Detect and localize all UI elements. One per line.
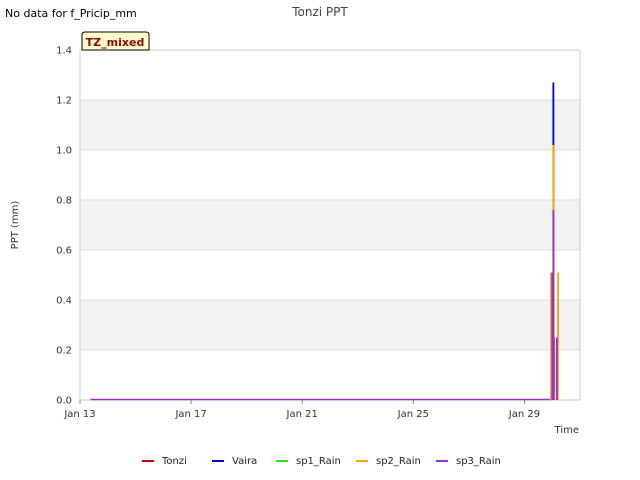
- legend-item: Vaira: [212, 456, 257, 467]
- y-tick-label: 0.0: [56, 396, 72, 407]
- y-tick-label: 1.4: [56, 46, 72, 57]
- x-tick-label: Jan 29: [508, 409, 540, 420]
- plot-band: [80, 100, 580, 150]
- legend-label: sp2_Rain: [376, 456, 421, 467]
- y-tick-label: 1.2: [56, 96, 72, 107]
- x-axis-label: Time: [554, 425, 579, 436]
- x-axis-ticks: Jan 13 Jan 17 Jan 21 Jan 25 Jan 29: [63, 400, 540, 420]
- plot-bands: [80, 100, 580, 350]
- x-tick-label: Jan 25: [397, 409, 429, 420]
- x-tick-label: Jan 21: [286, 409, 318, 420]
- y-tick-label: 0.2: [56, 346, 72, 357]
- x-tick-label: Jan 13: [63, 409, 95, 420]
- legend-label: Tonzi: [161, 456, 187, 467]
- bar-sp3-rain: [555, 337, 558, 400]
- plot-band: [80, 300, 580, 350]
- bar-sp3-rain: [553, 337, 555, 400]
- y-tick-label: 0.4: [56, 296, 72, 307]
- ppt-chart: Tonzi PPT 0.0 0.2 0.4 0.6 0.8 1.0 1.2 1.4 Jan 1…: [10, 5, 581, 467]
- y-axis-label: PPT (mm): [10, 201, 21, 250]
- legend-label: Vaira: [232, 456, 257, 467]
- legend-item: sp3_Rain: [436, 456, 501, 467]
- legend-item: sp2_Rain: [356, 456, 421, 467]
- y-tick-label: 1.0: [56, 146, 72, 157]
- y-axis-ticks: 0.0 0.2 0.4 0.6 0.8 1.0 1.2 1.4: [56, 46, 72, 407]
- y-tick-label: 0.8: [56, 196, 72, 207]
- badge-label: TZ_mixed: [86, 36, 145, 49]
- x-tick-label: Jan 17: [174, 409, 206, 420]
- legend-item: Tonzi: [142, 456, 187, 467]
- chart-title: Tonzi PPT: [291, 5, 348, 19]
- tz-mixed-badge: TZ_mixed: [81, 31, 150, 51]
- legend-item: sp1_Rain: [276, 456, 341, 467]
- legend-label: sp3_Rain: [456, 456, 501, 467]
- y-tick-label: 0.6: [56, 246, 72, 257]
- plot-band: [80, 200, 580, 250]
- legend-label: sp1_Rain: [296, 456, 341, 467]
- legend: Tonzi Vaira sp1_Rain sp2_Rain sp3_Rain: [142, 456, 501, 467]
